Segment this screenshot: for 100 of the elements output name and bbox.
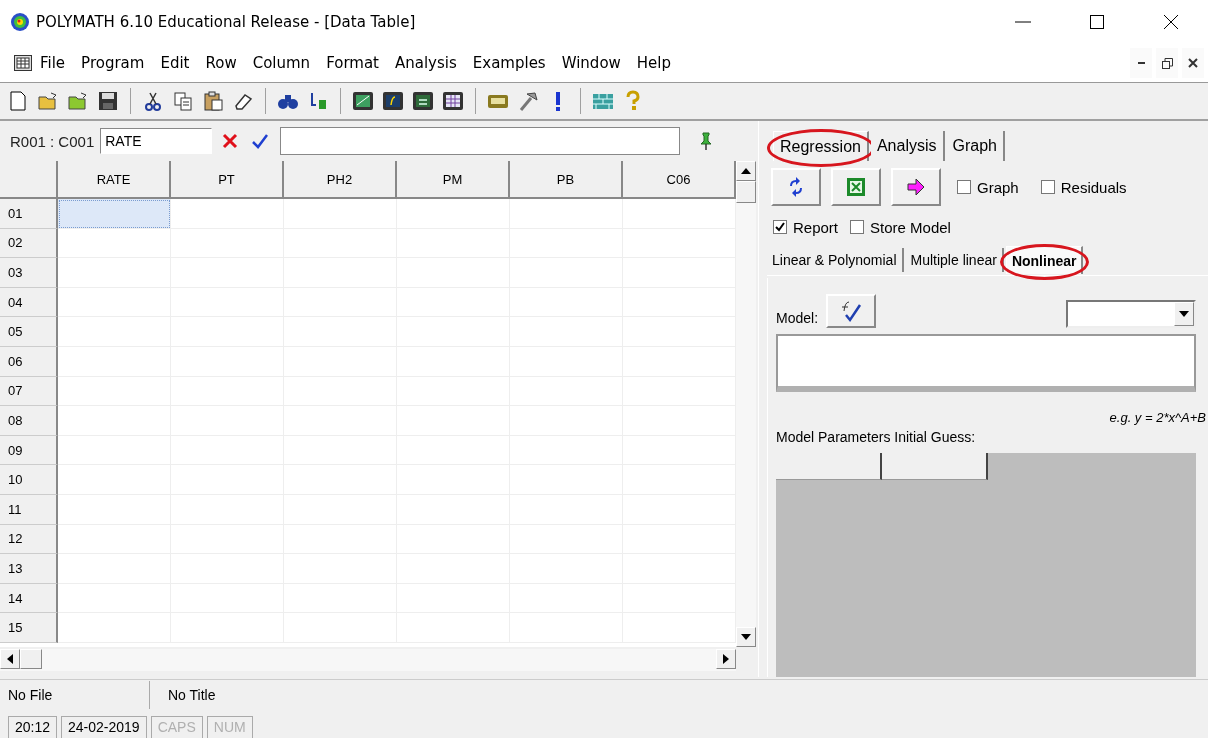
checkbox[interactable]: Report: [767, 214, 845, 240]
column-header[interactable]: C06: [623, 161, 736, 199]
table-cell[interactable]: [171, 228, 284, 259]
row-header[interactable]: 07: [0, 376, 58, 407]
row-header[interactable]: 03: [0, 258, 58, 288]
line-chart-button[interactable]: [351, 89, 375, 113]
table-cell[interactable]: [58, 346, 171, 377]
row-header[interactable]: 10: [0, 465, 58, 495]
table-cell[interactable]: [510, 199, 623, 229]
paste-button[interactable]: [201, 89, 225, 113]
vertical-scrollbar[interactable]: [736, 161, 756, 647]
table-cell[interactable]: [58, 435, 171, 466]
menu-item[interactable]: Program: [73, 48, 153, 78]
table-cell[interactable]: [58, 583, 171, 614]
scroll-down-button[interactable]: [736, 627, 756, 647]
copy-icon: [172, 90, 194, 112]
mdi-close-button[interactable]: [1182, 48, 1204, 78]
horizontal-scrollbar[interactable]: [0, 649, 736, 671]
example-hint: e.g. y = 2*x^A+B: [1109, 410, 1206, 425]
scroll-up-button[interactable]: [736, 161, 756, 181]
row-header[interactable]: 05: [0, 317, 58, 347]
run-button[interactable]: [891, 168, 941, 206]
column-header[interactable]: RATE: [58, 161, 171, 199]
table-cell[interactable]: [171, 199, 284, 229]
scroll-left-button[interactable]: [0, 649, 20, 669]
column-header[interactable]: PH2: [284, 161, 397, 199]
status-field: 24-02-2019: [61, 716, 147, 738]
row-header[interactable]: 06: [0, 346, 58, 377]
column-header[interactable]: PT: [171, 161, 284, 199]
row-header[interactable]: 04: [0, 287, 58, 318]
row-header[interactable]: 02: [0, 228, 58, 259]
grid-button[interactable]: [441, 89, 465, 113]
menu-item[interactable]: File: [32, 48, 74, 78]
menu-item[interactable]: Column: [244, 48, 319, 78]
row-header[interactable]: 09: [0, 435, 58, 466]
status-field: CAPS: [150, 716, 203, 738]
export-button[interactable]: [831, 168, 881, 206]
table-cell[interactable]: [58, 465, 171, 495]
table-cell[interactable]: [58, 494, 171, 525]
sub-tab[interactable]: Nonlinear: [1005, 246, 1084, 274]
row-header[interactable]: 01: [0, 199, 58, 229]
scrollbar-thumb[interactable]: [736, 181, 756, 203]
left-arrow-icon: [7, 654, 13, 664]
menu-item[interactable]: Row: [197, 48, 245, 78]
sub-tab[interactable]: Linear & Polynomial: [767, 248, 904, 272]
tab[interactable]: Regression: [773, 131, 869, 161]
table-cell[interactable]: [397, 199, 510, 229]
arrow-right-icon: [906, 177, 926, 197]
copy-button[interactable]: [171, 89, 195, 113]
table-cell[interactable]: [58, 554, 171, 584]
function-check-button[interactable]: [826, 294, 877, 328]
table-cell[interactable]: [58, 376, 171, 407]
table-cell[interactable]: [58, 199, 171, 229]
row-header[interactable]: 15: [0, 613, 58, 643]
menu-item[interactable]: Window: [553, 48, 629, 78]
checkbox[interactable]: Graph: [951, 174, 1025, 200]
row-header[interactable]: 11: [0, 494, 58, 525]
table-cell[interactable]: [58, 258, 171, 288]
table-cell[interactable]: [58, 613, 171, 643]
column-header[interactable]: PB: [510, 161, 623, 199]
table-cell[interactable]: [58, 406, 171, 436]
parameters-grid[interactable]: [776, 453, 1196, 677]
checkbox[interactable]: Store Model: [844, 214, 957, 240]
scrollbar-thumb[interactable]: [20, 649, 42, 669]
save-icon: [97, 90, 119, 112]
tab[interactable]: Analysis: [870, 131, 945, 161]
menu-item[interactable]: Edit: [152, 48, 198, 78]
row-header[interactable]: 12: [0, 524, 58, 555]
mdi-restore-button[interactable]: [1156, 48, 1178, 78]
derivative-button[interactable]: [411, 89, 435, 113]
down-arrow-icon: [741, 634, 751, 640]
refresh-button[interactable]: [771, 168, 821, 206]
sub-tab[interactable]: Multiple linear: [905, 248, 1004, 272]
model-field[interactable]: [776, 334, 1196, 392]
row-header[interactable]: 13: [0, 554, 58, 584]
cell-name-field[interactable]: RATE: [100, 128, 213, 154]
table-cell[interactable]: [284, 199, 397, 229]
dropdown[interactable]: [1066, 300, 1196, 328]
function-button[interactable]: [381, 89, 405, 113]
menu-item[interactable]: Examples: [464, 48, 554, 78]
maximize-icon: [1089, 14, 1105, 30]
open-folder-icon: [67, 90, 89, 112]
table-cell[interactable]: [58, 317, 171, 347]
menu-item[interactable]: Format: [318, 48, 387, 78]
menu-item[interactable]: Help: [628, 48, 680, 78]
new-file-icon: [7, 90, 29, 112]
table-cell[interactable]: [58, 287, 171, 318]
formula-field[interactable]: [280, 127, 681, 155]
menu-item[interactable]: Analysis: [387, 48, 465, 78]
row-header[interactable]: 08: [0, 406, 58, 436]
row-header[interactable]: 14: [0, 583, 58, 614]
column-header[interactable]: PM: [397, 161, 510, 199]
scroll-right-button[interactable]: [716, 649, 736, 669]
mdi-minimize-button[interactable]: [1130, 48, 1152, 78]
table-cell[interactable]: [58, 524, 171, 555]
save-button[interactable]: [96, 89, 120, 113]
minimize-icon: [1137, 62, 1145, 64]
checkbox[interactable]: Residuals: [1034, 174, 1133, 200]
table-cell[interactable]: [58, 228, 171, 259]
table-icon[interactable]: [14, 55, 32, 71]
